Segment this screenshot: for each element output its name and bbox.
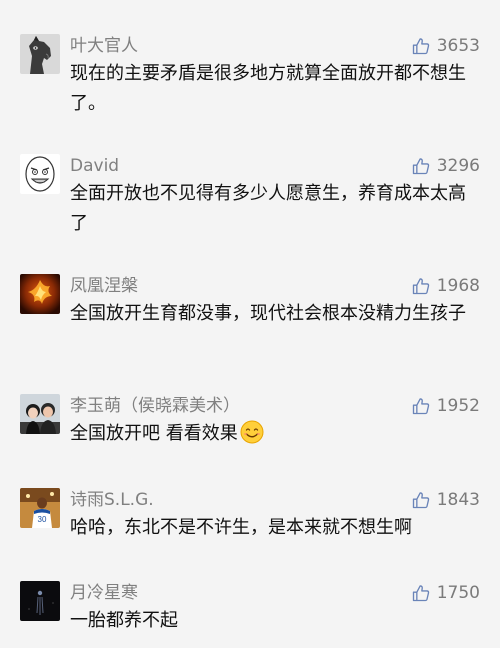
- username[interactable]: 李玉萌（侯晓霖美术）: [70, 394, 240, 418]
- like-count: 3653: [436, 36, 480, 56]
- comment-text: 全国放开生育都没事，现代社会根本没精力生孩子: [70, 303, 466, 324]
- comment-text: 现在的主要矛盾是很多地方就算全面放开都不想生了。: [70, 63, 466, 114]
- comment-text: 哈哈，东北不是不许生，是本来就不想生啊: [70, 517, 412, 538]
- comment-text-body: 全国放开吧 看看效果: [70, 423, 238, 444]
- username[interactable]: David: [70, 154, 119, 178]
- rage-face-avatar-icon: [20, 154, 60, 194]
- comment-list: 叶大官人 3653 现在的主要矛盾是很多地方就算全面放开都不想生了。 David…: [0, 0, 500, 648]
- comment-text: 一胎都养不起: [70, 610, 178, 631]
- horse-head-avatar-icon: [20, 34, 60, 74]
- user-avatar[interactable]: [20, 154, 60, 194]
- like-button[interactable]: 1750: [411, 581, 480, 605]
- like-count: 3296: [436, 156, 480, 176]
- username[interactable]: 月冷星寒: [70, 581, 138, 605]
- basketball-player-avatar-icon: 30: [20, 488, 60, 528]
- smile-emoji-icon: [240, 420, 264, 444]
- thumbs-up-icon: [412, 585, 429, 602]
- like-button[interactable]: 1968: [411, 274, 480, 298]
- thumbs-up-icon: [412, 278, 429, 295]
- user-avatar[interactable]: 30: [20, 488, 60, 528]
- thumbs-up-icon: [412, 492, 429, 509]
- like-count: 1750: [436, 583, 480, 603]
- like-button[interactable]: 1843: [411, 488, 480, 512]
- like-button[interactable]: 3653: [411, 34, 480, 58]
- thumbs-up-icon: [412, 398, 429, 415]
- username[interactable]: 诗雨S.L.G.: [70, 488, 154, 512]
- svg-text:30: 30: [38, 515, 47, 524]
- user-avatar[interactable]: [20, 274, 60, 314]
- comment-text: 全面开放也不见得有多少人愿意生，养育成本太高了: [70, 183, 466, 234]
- username[interactable]: 凤凰涅槃: [70, 274, 138, 298]
- thumbs-up-icon: [412, 38, 429, 55]
- like-button[interactable]: 3296: [411, 154, 480, 178]
- like-button[interactable]: 1952: [411, 394, 480, 418]
- user-avatar[interactable]: [20, 581, 60, 621]
- like-count: 1952: [436, 396, 480, 416]
- username[interactable]: 叶大官人: [70, 34, 138, 58]
- user-avatar[interactable]: [20, 34, 60, 74]
- couple-photo-avatar-icon: [20, 394, 60, 434]
- comment-text: 全国放开吧 看看效果: [70, 419, 475, 449]
- phoenix-avatar-icon: [20, 274, 60, 314]
- user-avatar[interactable]: [20, 394, 60, 434]
- like-count: 1843: [436, 490, 480, 510]
- dark-night-avatar-icon: [20, 581, 60, 621]
- like-count: 1968: [436, 276, 480, 296]
- thumbs-up-icon: [412, 158, 429, 175]
